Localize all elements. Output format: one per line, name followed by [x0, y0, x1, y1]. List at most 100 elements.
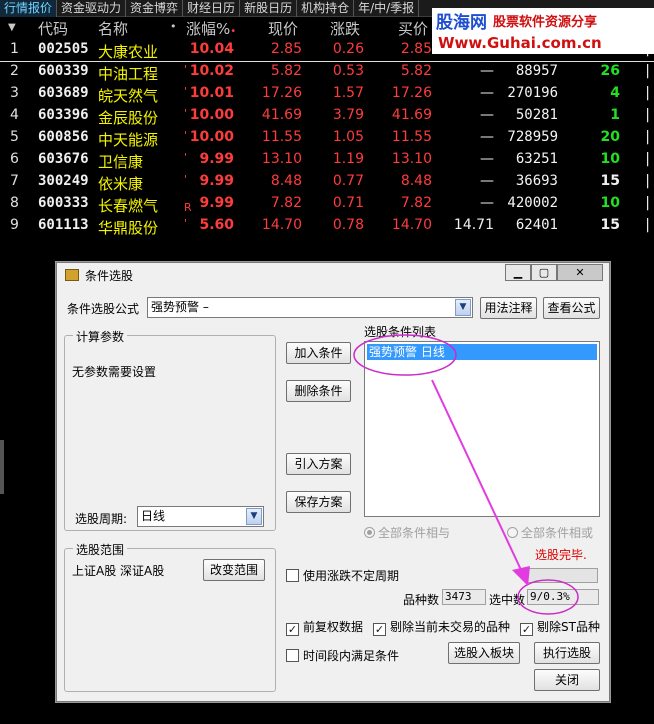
cell-vol: 420002 [507, 195, 558, 211]
cell-q: 26 [600, 63, 620, 79]
add-to-board-button[interactable]: 选股入板块 [448, 642, 520, 664]
header-name[interactable]: 名称 [98, 18, 128, 39]
table-row[interactable]: 6 603676 卫信康 9.99 13.10 1.19 13.10 — 63251 10 ' | [0, 151, 654, 173]
cell-n: 8 [10, 195, 19, 211]
cell-n: 1 [10, 41, 19, 57]
tab-fund-drive[interactable]: 资金驱动力 [57, 0, 127, 17]
table-row[interactable]: 2 600339 中油工程 10.02 5.82 0.53 5.82 — 88957 26 ' | [0, 63, 654, 85]
cell-pct: 10.04 [189, 41, 234, 57]
header-code[interactable]: 代码 [38, 18, 68, 39]
exclude-untraded-checkbox[interactable]: ✓ 剔除当前未交易的品种 [373, 618, 510, 636]
tab-ipo-calendar[interactable]: 新股日历 [240, 0, 298, 17]
usage-notes-button[interactable]: 用法注释 [480, 297, 537, 319]
header-price[interactable]: 现价 [268, 18, 298, 39]
cell-vol: 36693 [515, 173, 558, 189]
count-field: 3473 [442, 589, 486, 605]
cell-price: 41.69 [261, 107, 302, 123]
delete-condition-button[interactable]: 删除条件 [286, 380, 351, 402]
exclude-untraded-label: 剔除当前未交易的品种 [390, 620, 511, 634]
row-tick: | [645, 151, 650, 167]
cell-pct: 10.02 [189, 63, 234, 79]
cell-pct: 5.60 [199, 217, 234, 233]
table-row[interactable]: 8 600333 长春燃气 9.99 7.82 0.71 7.82 — 420002 10 R | [0, 195, 654, 217]
stock-screener-dialog: 条件选股 ▁ ▢ ✕ 条件选股公式 强势预警 – ▼ 用法注释 查看公式 计算参… [56, 262, 610, 702]
close-button[interactable]: 关闭 [534, 669, 600, 691]
cell-vol: 728959 [507, 129, 558, 145]
cell-price: 17.26 [261, 85, 302, 101]
run-screen-button[interactable]: 执行选股 [534, 642, 600, 664]
cell-buy: 11.55 [391, 129, 432, 145]
side-handle[interactable] [0, 440, 4, 494]
header-pct[interactable]: 涨幅%• [186, 18, 236, 39]
minimize-button[interactable]: ▁ [505, 264, 531, 281]
row-mark: ' [184, 173, 188, 186]
cell-n: 5 [10, 129, 19, 145]
period-select[interactable]: 日线 ▼ [137, 506, 264, 527]
chevron-down-icon[interactable]: ▼ [455, 299, 471, 316]
table-row[interactable]: 3 603689 皖天然气 10.01 17.26 1.57 17.26 — 270196 4 ' | [0, 85, 654, 107]
formula-label: 条件选股公式 [67, 302, 140, 316]
save-plan-button[interactable]: 保存方案 [286, 491, 351, 513]
cell-buy: 13.10 [391, 151, 432, 167]
radio-all-or-label: 全部条件相或 [521, 526, 594, 540]
header-pct-label: 涨幅% [186, 20, 231, 38]
radio-all-or[interactable]: 全部条件相或 [507, 524, 593, 541]
row-tick: | [645, 63, 650, 79]
change-scope-button[interactable]: 改变范围 [203, 559, 265, 581]
view-formula-button[interactable]: 查看公式 [543, 297, 600, 319]
radio-all-and[interactable]: 全部条件相与 [364, 524, 450, 541]
cell-buy: 14.70 [391, 217, 432, 233]
table-row[interactable]: 4 603396 金辰股份 10.00 41.69 3.79 41.69 — 50281 1 ' | [0, 107, 654, 129]
import-plan-button[interactable]: 引入方案 [286, 453, 351, 475]
add-condition-button[interactable]: 加入条件 [286, 342, 351, 364]
sort-down-icon[interactable]: ▼ [8, 22, 16, 33]
header-change[interactable]: 涨跌 [330, 18, 360, 39]
scope-text: 上证A股 深证A股 [72, 564, 165, 578]
tab-finance-calendar[interactable]: 财经日历 [183, 0, 241, 17]
table-row[interactable]: 5 600856 中天能源 10.00 11.55 1.05 11.55 — 728959 20 '… [0, 129, 654, 151]
cell-pct: 9.99 [199, 195, 234, 211]
tab-fund-game[interactable]: 资金博弈 [126, 0, 184, 17]
row-mark: ' [184, 63, 188, 76]
dialog-titlebar[interactable]: 条件选股 ▁ ▢ ✕ [57, 263, 609, 287]
pre-adjust-checkbox[interactable]: ✓ 前复权数据 [286, 618, 363, 636]
time-segment-checkbox[interactable]: 时间段内满足条件 [286, 647, 399, 664]
tab-quotes[interactable]: 行情报价 [0, 0, 58, 17]
variable-period-checkbox[interactable]: 使用涨跌不定周期 [286, 567, 399, 584]
checkmark-icon: ✓ [520, 623, 533, 636]
cell-sell: — [480, 151, 494, 167]
row-mark: ' [184, 85, 188, 98]
tab-reports[interactable]: 年/中/季报 [354, 0, 420, 17]
header-buy[interactable]: 买价 [398, 18, 428, 39]
watermark-banner: 股海网 股票软件资源分享 [432, 8, 654, 33]
row-mark: R [184, 201, 192, 214]
condition-list[interactable]: 强势预警 日线 [364, 341, 600, 517]
cell-price: 13.10 [261, 151, 302, 167]
cell-name: 大康农业 [98, 43, 159, 61]
table-row[interactable]: 7 300249 依米康 9.99 8.48 0.77 8.48 — 36693 15 ' | [0, 173, 654, 195]
cell-code: 600333 [38, 195, 89, 211]
cell-q: 10 [600, 151, 620, 167]
cell-price: 8.48 [270, 173, 302, 189]
formula-select[interactable]: 强势预警 – ▼ [147, 297, 473, 318]
cell-q: 4 [610, 85, 620, 101]
cell-sell: — [480, 195, 494, 211]
row-tick: | [645, 129, 650, 145]
condition-list-item[interactable]: 强势预警 日线 [367, 344, 597, 360]
row-tick: | [645, 85, 650, 101]
cell-pct: 9.99 [199, 173, 234, 189]
exclude-st-checkbox[interactable]: ✓ 剔除ST品种 [520, 618, 600, 636]
cell-q: 1 [610, 107, 620, 123]
cell-name: 中油工程 [98, 65, 159, 83]
params-text: 无参数需要设置 [72, 365, 157, 379]
chevron-down-icon[interactable]: ▼ [246, 508, 262, 525]
close-window-button[interactable]: ✕ [557, 264, 603, 281]
selected-label: 选中数 [489, 593, 526, 607]
table-row[interactable]: 9 601113 华鼎股份 5.60 14.70 0.78 14.70 14.71 62401 1… [0, 217, 654, 239]
cell-n: 7 [10, 173, 19, 189]
cell-sell: — [480, 173, 494, 189]
maximize-button[interactable]: ▢ [531, 264, 557, 281]
app-icon [65, 269, 79, 281]
tab-institution-holdings[interactable]: 机构持仓 [297, 0, 355, 17]
row-tick: | [645, 195, 650, 211]
